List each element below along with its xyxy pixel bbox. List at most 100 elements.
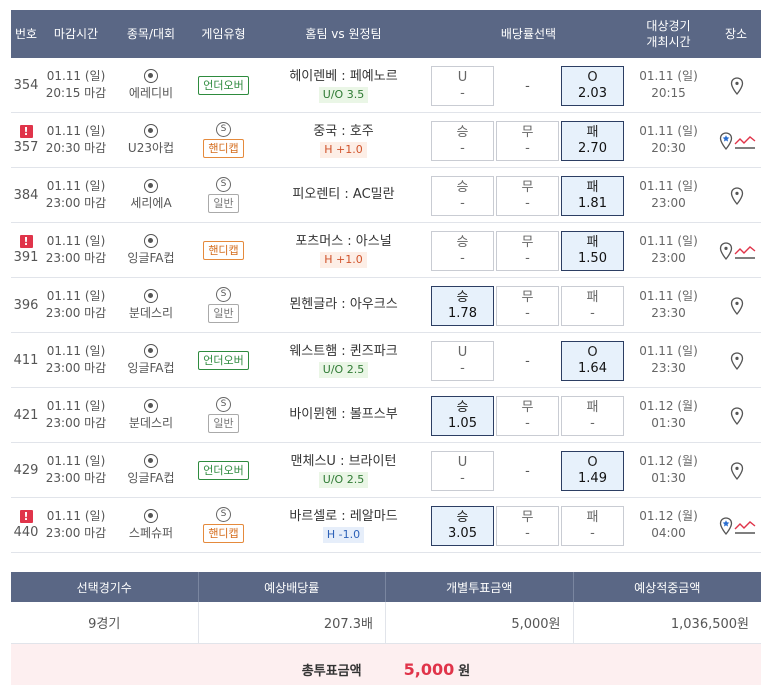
summary-values: 9경기 207.3배 5,000원 1,036,500원 [11, 602, 761, 644]
odds-label: O [587, 455, 598, 470]
odds-label: 무 [521, 180, 534, 195]
match-teams: 바르셀로 : 레알마드 [289, 508, 398, 524]
game-type-badge: 일반 [208, 194, 239, 213]
sport-cell: 분데스리 [111, 278, 191, 332]
odds-option-draw[interactable]: 무- [496, 286, 559, 326]
odds-option-home[interactable]: U- [431, 451, 494, 491]
odds-value: - [460, 361, 465, 376]
odds-option-draw[interactable]: 무- [496, 506, 559, 546]
game-date: 01.11 (일) [639, 124, 698, 138]
odds-option-home[interactable]: 승 1.78 [431, 286, 494, 326]
row-number: 421 [13, 407, 39, 423]
odds-option-draw[interactable]: 무- [496, 231, 559, 271]
odds-option-away[interactable]: O 2.03 [561, 66, 624, 106]
summary-header-each: 개별투표금액 [386, 572, 574, 602]
summary-count: 9경기 [11, 602, 199, 643]
sport-cell: 세리에A [111, 168, 191, 222]
place-cell [711, 498, 761, 552]
location-pin-icon[interactable] [730, 462, 744, 480]
odds-option-home[interactable]: 승- [431, 176, 494, 216]
odds-option-away[interactable]: 패 1.50 [561, 231, 624, 271]
odds-label: 무 [521, 235, 534, 250]
summary-header-count: 선택경기수 [11, 572, 199, 602]
odds-label: U [457, 70, 468, 85]
odds-option-away[interactable]: 패- [561, 506, 624, 546]
odds-value: - [460, 86, 465, 101]
soccer-ball-icon [144, 509, 158, 523]
odds-option-draw[interactable]: 무- [496, 121, 559, 161]
header-type: 게임유형 [201, 27, 246, 41]
row-number-cell: ! 357 [11, 113, 41, 167]
table-row: 411 01.11 (일) 23:00 마감 잉글FA컵 언더오버 웨스트햄 : 퀸즈파크… [11, 333, 761, 388]
odds-option-away[interactable]: 패- [561, 396, 624, 436]
odds-option-draw[interactable]: 무- [496, 176, 559, 216]
odds-option-away[interactable]: O 1.49 [561, 451, 624, 491]
odds-cell: 승 - 무 - 패 1.50 [431, 223, 626, 277]
soccer-ball-icon [144, 69, 158, 83]
header-odds: 배당률선택 [500, 27, 557, 41]
sport-cell: 에레디비 [111, 58, 191, 112]
header-teams: 홈팀 vs 원정팀 [305, 27, 382, 41]
deadline-date: 01.11 (일) [46, 234, 106, 248]
table-row: 396 01.11 (일) 23:00 마감 분데스리 S 일반 묀헨글라 : 아우크스 승 1… [11, 278, 761, 333]
odds-cell: U - - O 2.03 [431, 58, 626, 112]
odds-label: 무 [521, 510, 534, 525]
place-cell [711, 113, 761, 167]
soccer-ball-icon [144, 124, 158, 138]
table-row: ! 357 01.11 (일) 20:30 마감 U23아컵 S 핸디캡 중국 : 호주 H +… [11, 113, 761, 168]
soccer-ball-icon [144, 179, 158, 193]
game-time-cell: 01.11 (일) 23:00 [626, 168, 711, 222]
game-type-cell: S 핸디캡 [191, 113, 256, 167]
table-row: 384 01.11 (일) 23:00 마감 세리에A S 일반 피오렌티 : AC밀란 승 -… [11, 168, 761, 223]
trend-chart-icon[interactable] [734, 245, 755, 259]
location-star-icon[interactable] [719, 132, 732, 150]
odds-option-away[interactable]: 패- [561, 286, 624, 326]
game-time: 04:00 [651, 526, 686, 540]
odds-cell: 승 - 무 - 패 1.81 [431, 168, 626, 222]
odds-label: 패 [586, 125, 599, 140]
location-pin-icon[interactable] [730, 77, 744, 95]
sport-cell: U23아컵 [111, 113, 191, 167]
trend-chart-icon[interactable] [734, 520, 755, 534]
sport-cell: 잉글FA컵 [111, 223, 191, 277]
odds-option-home[interactable]: 승- [431, 231, 494, 271]
special-s-icon: S [216, 287, 231, 302]
odds-cell: U - - O 1.49 [431, 443, 626, 497]
odds-option-home[interactable]: U- [431, 66, 494, 106]
header-game-time-line1: 대상경기 [646, 19, 691, 33]
game-date: 01.12 (월) [639, 399, 698, 413]
location-pin-icon[interactable] [730, 407, 744, 425]
odds-value: 1.49 [578, 471, 607, 486]
deadline-cell: 01.11 (일) 23:00 마감 [41, 388, 111, 442]
odds-value: - [525, 141, 530, 156]
odds-label: 승 [456, 180, 469, 195]
location-pin-icon[interactable] [730, 187, 744, 205]
location-pin-icon[interactable] [730, 297, 744, 315]
odds-option-home[interactable]: 승 1.05 [431, 396, 494, 436]
odds-option-away[interactable]: 패 2.70 [561, 121, 624, 161]
match-teams: 웨스트햄 : 퀸즈파크 [289, 343, 398, 359]
location-star-icon[interactable] [719, 517, 732, 535]
location-pin-icon[interactable] [719, 242, 732, 260]
place-cell [711, 333, 761, 387]
header-game-time: 대상경기 개최시간 [626, 10, 711, 58]
location-pin-icon[interactable] [730, 352, 744, 370]
table-row: ! 440 01.11 (일) 23:00 마감 스페슈퍼 S 핸디캡 바르셀로 : 레알마드… [11, 498, 761, 553]
table-row: 429 01.11 (일) 23:00 마감 잉글FA컵 언더오버 맨체스U : 브라이턴… [11, 443, 761, 498]
odds-option-away[interactable]: O 1.64 [561, 341, 624, 381]
odds-value: 1.78 [448, 306, 477, 321]
odds-option-home[interactable]: 승- [431, 121, 494, 161]
odds-draw-unavailable: - [525, 78, 530, 94]
odds-value: - [460, 141, 465, 156]
odds-option-draw[interactable]: 무- [496, 396, 559, 436]
odds-option-away[interactable]: 패 1.81 [561, 176, 624, 216]
trend-chart-icon[interactable] [734, 135, 755, 149]
league-name: 스페슈퍼 [128, 526, 174, 540]
row-number-cell: 429 [11, 443, 41, 497]
teams-cell: 웨스트햄 : 퀸즈파크 U/O 2.5 [256, 333, 431, 387]
odds-option-home[interactable]: 승 3.05 [431, 506, 494, 546]
odds-label: 패 [586, 235, 599, 250]
odds-value: - [460, 471, 465, 486]
game-type-badge: 핸디캡 [203, 524, 244, 543]
odds-option-home[interactable]: U- [431, 341, 494, 381]
